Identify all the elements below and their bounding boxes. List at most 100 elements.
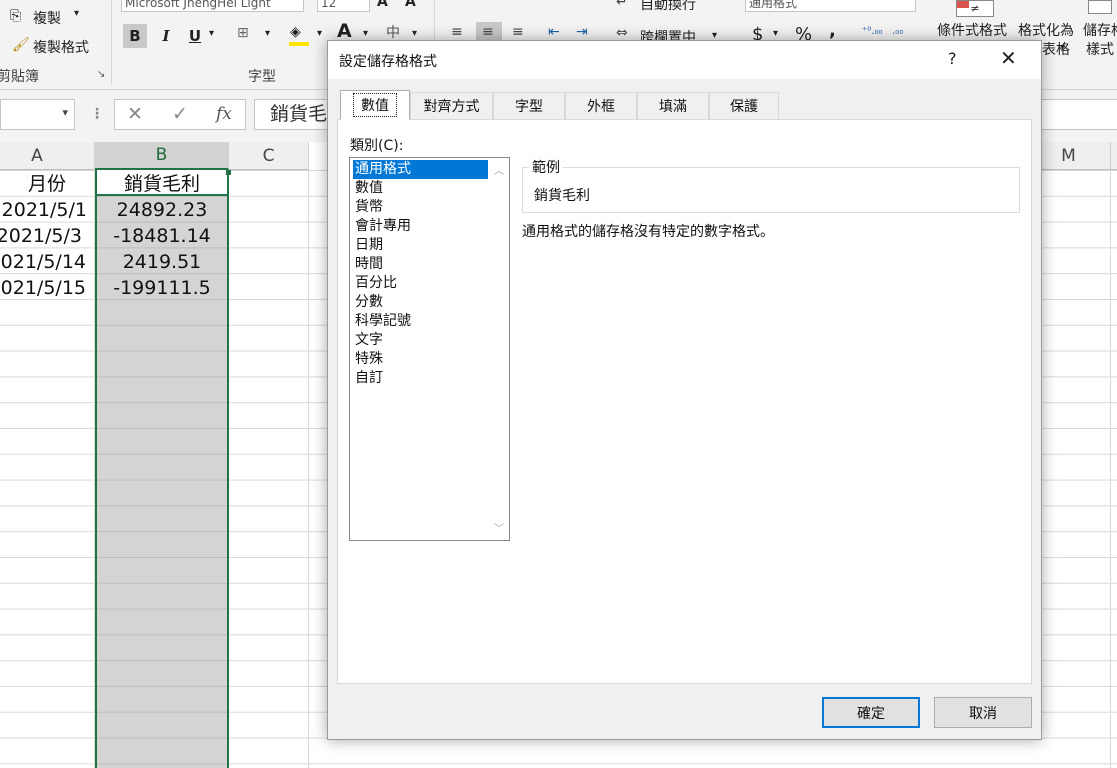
underline-dropdown-icon[interactable]: ▾ (209, 28, 214, 39)
formula-bar-grip-icon[interactable]: ⋮ (90, 106, 104, 122)
cell-styles-button[interactable]: 儲存格 (1083, 20, 1117, 40)
cell-b5[interactable]: -199111.5 (95, 275, 229, 301)
comma-button[interactable]: , (829, 20, 836, 41)
align-right-icon[interactable]: ≡ (512, 24, 524, 40)
name-box[interactable]: ▾ (0, 99, 75, 130)
column-header-b[interactable]: B (95, 142, 229, 170)
font-color-dropdown-icon[interactable]: ▾ (363, 28, 368, 39)
insert-function-button[interactable]: fx (216, 104, 232, 124)
underline-button[interactable]: U (183, 24, 207, 48)
fill-color-icon[interactable]: ◈ (290, 24, 301, 40)
format-description: 通用格式的儲存格沒有特定的數字格式。 (522, 224, 774, 240)
merge-center-icon[interactable]: ⇔ (616, 25, 628, 41)
format-painter-button[interactable]: 複製格式 (33, 37, 89, 57)
tab-number[interactable]: 數值 (340, 90, 410, 120)
scroll-down-icon[interactable]: ﹀ (494, 520, 504, 535)
tab-protection[interactable]: 保護 (709, 92, 779, 119)
scroll-up-icon[interactable]: ︿ (494, 162, 504, 177)
decrease-indent-icon[interactable]: ⇤ (548, 24, 560, 40)
font-name-select[interactable]: Microsoft JhengHei Light (121, 0, 304, 12)
cancel-entry-icon[interactable]: ✕ (127, 103, 143, 125)
clipboard-launcher-icon[interactable]: ↘ (97, 69, 105, 80)
column-header-n[interactable] (1111, 142, 1117, 170)
category-item-fraction[interactable]: 分數 (353, 293, 488, 312)
cell-b1[interactable]: 銷貨毛利 (95, 171, 229, 197)
align-left-icon[interactable]: ≡ (451, 24, 463, 40)
format-as-table-label-2: 表格 (1042, 42, 1070, 58)
format-as-table-dropdown-icon[interactable]: ▾ (1060, 42, 1065, 53)
category-item-accounting[interactable]: 會計專用 (353, 217, 488, 236)
category-list[interactable]: 通用格式 數值 貨幣 會計專用 日期 時間 百分比 分數 科學記號 文字 特殊 … (349, 157, 510, 541)
category-item-text[interactable]: 文字 (353, 331, 488, 350)
category-item-number[interactable]: 數值 (353, 179, 488, 198)
help-button[interactable]: ? (948, 49, 957, 68)
category-item-date[interactable]: 日期 (353, 236, 488, 255)
cell-a4[interactable]: 2021/5/14 (0, 249, 86, 275)
name-box-dropdown-icon[interactable]: ▾ (62, 106, 68, 119)
fill-color-swatch (289, 42, 309, 46)
category-item-general[interactable]: 通用格式 (353, 160, 488, 179)
confirm-entry-icon[interactable]: ✓ (172, 103, 188, 125)
border-icon[interactable]: ⊞ (237, 25, 249, 41)
category-item-custom[interactable]: 自訂 (353, 369, 488, 388)
decrease-font-button[interactable]: A (405, 0, 416, 10)
align-center-icon[interactable]: ≡ (482, 24, 494, 40)
tab-font[interactable]: 字型 (493, 92, 565, 119)
cell-styles-icon[interactable] (1088, 0, 1112, 14)
ok-button[interactable]: 確定 (822, 697, 920, 728)
wrap-text-button[interactable]: 自動換行 (640, 0, 696, 14)
category-item-percentage[interactable]: 百分比 (353, 274, 488, 293)
copy-button[interactable]: 複製 (33, 8, 61, 28)
wrap-text-icon[interactable]: ↵ (616, 0, 628, 10)
category-label: 類別(C): (350, 138, 404, 154)
fill-color-dropdown-icon[interactable]: ▾ (317, 28, 322, 39)
tab-alignment[interactable]: 對齊方式 (410, 92, 493, 119)
cancel-button[interactable]: 取消 (934, 697, 1032, 728)
category-scrollbar[interactable]: ︿ ﹀ (489, 158, 509, 540)
category-item-special[interactable]: 特殊 (353, 350, 488, 369)
number-format-select[interactable]: 通用格式 (745, 0, 916, 12)
tab-fill[interactable]: 填滿 (637, 92, 709, 119)
copy-dropdown-icon[interactable]: ▾ (74, 8, 79, 19)
cell-b2[interactable]: 24892.23 (95, 197, 229, 223)
cell-a2[interactable]: 2021/5/1 (0, 197, 87, 223)
increase-decimal-icon[interactable]: ⁺⁰.₀₀ (862, 26, 882, 37)
formula-bar-buttons: ✕ ✓ fx (114, 99, 246, 130)
phonetic-dropdown-icon[interactable]: ▾ (412, 28, 417, 39)
cell-a5[interactable]: 2021/5/15 (0, 275, 86, 301)
bold-button[interactable]: B (123, 24, 147, 48)
border-dropdown-icon[interactable]: ▾ (265, 28, 270, 39)
font-color-button[interactable]: A (337, 20, 352, 42)
category-item-currency[interactable]: 貨幣 (353, 198, 488, 217)
copy-icon[interactable]: ⎘ (10, 8, 21, 24)
clipboard-group-label: 剪貼簿 (0, 69, 39, 85)
phonetic-icon[interactable]: 中 (386, 22, 400, 42)
conditional-format-icon-accent (957, 1, 969, 8)
italic-button[interactable]: I (154, 24, 178, 48)
sample-group: 範例 銷貨毛利 (522, 157, 1020, 213)
font-size-select[interactable]: 12 (317, 0, 370, 12)
cell-b4[interactable]: 2419.51 (95, 249, 229, 275)
cell-a1[interactable]: 月份 (0, 171, 94, 197)
column-header-c[interactable]: C (229, 142, 309, 170)
dialog-titlebar[interactable]: 設定儲存格格式 ? ✕ (328, 41, 1041, 79)
currency-dropdown-icon[interactable]: ▾ (773, 28, 778, 39)
category-item-scientific[interactable]: 科學記號 (353, 312, 488, 331)
format-as-table-button[interactable]: 格式化為 (1018, 20, 1074, 40)
font-group-label: 字型 (248, 69, 276, 85)
sample-label: 範例 (529, 157, 563, 177)
increase-font-button[interactable]: A (377, 0, 388, 10)
number-tab-panel: 類別(C): 通用格式 數值 貨幣 會計專用 日期 時間 百分比 分數 科學記號… (337, 119, 1032, 684)
format-painter-icon[interactable]: 🖌 (12, 37, 30, 53)
conditional-formatting-button[interactable]: 條件式格式 (937, 20, 1007, 40)
cell-b3[interactable]: -18481.14 (95, 223, 229, 249)
tab-border[interactable]: 外框 (565, 92, 637, 119)
cell-a3[interactable]: 2021/5/3 (0, 223, 82, 249)
decrease-decimal-icon[interactable]: .₀₀ (892, 26, 903, 37)
increase-indent-icon[interactable]: ⇥ (576, 24, 588, 40)
column-header-a[interactable]: A (0, 142, 95, 170)
category-item-time[interactable]: 時間 (353, 255, 488, 274)
sample-value: 銷貨毛利 (534, 188, 590, 204)
dialog-title: 設定儲存格格式 (339, 54, 437, 70)
close-icon[interactable]: ✕ (1000, 46, 1017, 70)
